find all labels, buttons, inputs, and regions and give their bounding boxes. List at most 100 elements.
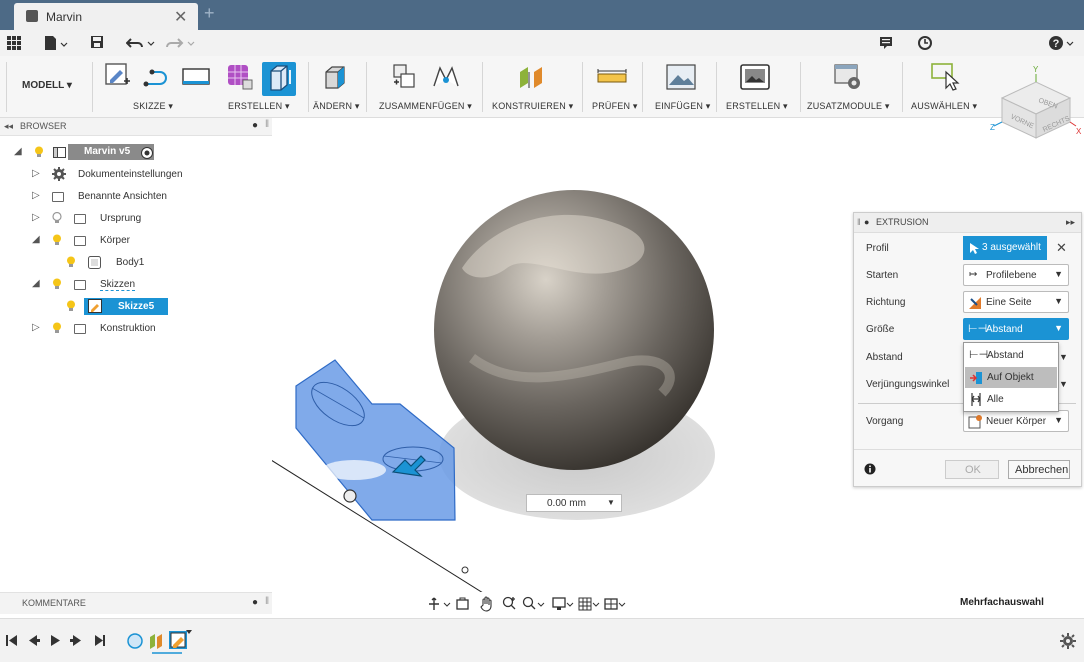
sphere-feature-icon[interactable] — [127, 633, 143, 649]
line-endpoint[interactable] — [461, 566, 469, 574]
group-auswaehlen[interactable]: AUSWÄHLEN ▾ — [911, 101, 977, 112]
document-tab[interactable]: Marvin ✕ — [14, 3, 198, 30]
expanded-triangle-icon[interactable]: ◢ — [32, 278, 40, 289]
joint-icon[interactable] — [430, 62, 462, 92]
grid-icon[interactable] — [578, 597, 600, 611]
lightbulb-icon[interactable] — [52, 234, 62, 246]
collapsed-triangle-icon[interactable]: ▷ — [32, 190, 40, 201]
group-einfuegen[interactable]: EINFÜGEN ▾ — [655, 101, 711, 112]
tree-root[interactable]: ◢ Marvin v5 — [14, 144, 274, 162]
data-panel-icon[interactable] — [7, 36, 21, 50]
group-konstruieren[interactable]: KONSTRUIEREN ▾ — [492, 101, 573, 112]
tree-item[interactable]: ▷ Dokumenteinstellungen — [32, 166, 272, 184]
go-to-end-icon[interactable] — [95, 635, 105, 646]
help-icon[interactable]: ? — [1048, 35, 1078, 51]
ok-button[interactable]: OK — [945, 460, 999, 479]
distance-input[interactable]: 0.00 mm ▼ — [526, 494, 622, 512]
add-comment-icon[interactable]: ● — [252, 597, 258, 608]
collapse-browser-icon[interactable]: ◂◂ — [4, 121, 13, 132]
group-zusatzmodule[interactable]: ZUSATZMODULE ▾ — [807, 101, 890, 112]
groesse-dropdown[interactable]: ⊢⊣ Abstand ▼ — [963, 318, 1069, 340]
starten-dropdown[interactable]: ↦ Profilebene ▼ — [963, 264, 1069, 286]
group-zusammenfuegen[interactable]: ZUSAMMENFÜGEN ▾ — [379, 101, 472, 112]
collapsed-triangle-icon[interactable]: ▷ — [32, 212, 40, 223]
insert-image-icon[interactable] — [666, 64, 696, 90]
zoom-icon[interactable] — [502, 596, 516, 610]
spline-icon[interactable] — [142, 64, 174, 90]
press-pull-icon[interactable] — [320, 62, 350, 92]
option-auf-objekt[interactable]: Auf Objekt — [965, 367, 1057, 388]
group-pruefen[interactable]: PRÜFEN ▾ — [592, 101, 638, 112]
tree-item[interactable]: ▷ Konstruktion — [32, 320, 272, 338]
tree-item[interactable]: ◢ Skizzen — [32, 276, 272, 294]
save-icon[interactable] — [90, 35, 104, 49]
tree-item-selected[interactable]: Skizze5 — [66, 298, 266, 316]
expanded-triangle-icon[interactable]: ◢ — [14, 146, 22, 157]
timeline-settings-icon[interactable] — [1060, 633, 1076, 649]
drag-handle-icon[interactable]: ‖ — [857, 217, 861, 227]
lightbulb-icon[interactable] — [52, 322, 62, 334]
viewcube[interactable]: OBEN VORNE RECHTS Z X Y — [990, 56, 1082, 146]
new-tab-button[interactable]: + — [204, 3, 215, 24]
activate-radio-icon[interactable] — [140, 146, 154, 160]
panel-resize-icon[interactable]: ‖ — [265, 119, 269, 130]
group-aendern[interactable]: ÄNDERN ▾ — [313, 101, 360, 112]
go-to-start-icon[interactable] — [6, 635, 17, 646]
play-icon[interactable] — [51, 635, 60, 646]
redo-icon[interactable] — [166, 36, 196, 50]
look-at-icon[interactable] — [456, 597, 469, 610]
pan-icon[interactable] — [480, 596, 492, 612]
tree-item[interactable]: ▷ Ursprung — [32, 210, 272, 228]
step-back-icon[interactable] — [29, 635, 40, 646]
scripts-addins-icon[interactable] — [834, 64, 864, 92]
tree-item[interactable]: Body1 — [66, 254, 266, 272]
rectangle-icon[interactable] — [181, 66, 211, 88]
undo-icon[interactable] — [126, 36, 156, 50]
create-form-icon[interactable] — [225, 62, 255, 92]
job-status-icon[interactable] — [879, 36, 893, 50]
file-menu-icon[interactable] — [44, 35, 68, 51]
manipulator-point[interactable] — [343, 489, 357, 503]
construction-plane-icon[interactable] — [516, 62, 548, 92]
create-sketch-icon[interactable] — [104, 62, 132, 90]
orbit-icon[interactable] — [429, 597, 451, 610]
fit-icon[interactable] — [522, 596, 545, 610]
collapsed-triangle-icon[interactable]: ▷ — [32, 322, 40, 333]
step-forward-icon[interactable] — [70, 635, 81, 646]
vorgang-dropdown[interactable]: Neuer Körper ▼ — [963, 410, 1069, 432]
viewports-icon[interactable] — [604, 598, 626, 610]
extrude-button[interactable] — [262, 62, 296, 96]
info-icon[interactable] — [864, 463, 876, 475]
lightbulb-icon[interactable] — [52, 278, 62, 290]
close-tab-icon[interactable]: ✕ — [174, 7, 187, 27]
lightbulb-icon[interactable] — [66, 300, 76, 312]
lightbulb-icon[interactable] — [34, 146, 44, 158]
new-component-icon[interactable] — [390, 62, 418, 92]
tree-item[interactable]: ▷ Benannte Ansichten — [32, 188, 272, 206]
lightbulb-icon[interactable] — [66, 256, 76, 268]
clear-selection-icon[interactable]: ✕ — [1056, 240, 1067, 256]
selected-profile-shape[interactable] — [295, 359, 456, 521]
chevron-down-icon[interactable]: ▼ — [1059, 379, 1068, 389]
chevron-down-icon[interactable]: ▼ — [607, 498, 615, 507]
plane-feature-icon[interactable] — [150, 634, 162, 649]
cancel-button[interactable]: Abbrechen — [1008, 460, 1070, 479]
expanded-triangle-icon[interactable]: ◢ — [32, 234, 40, 245]
collapse-dialog-icon[interactable]: ● — [864, 217, 869, 227]
option-abstand[interactable]: ⊢⊣ Abstand — [965, 345, 1057, 366]
profil-select-button[interactable]: 3 ausgewählt — [963, 236, 1047, 260]
richtung-dropdown[interactable]: Eine Seite ▼ — [963, 291, 1069, 313]
expand-dialog-icon[interactable]: ▸▸ — [1066, 217, 1075, 228]
sketch-feature-icon[interactable] — [169, 630, 192, 649]
select-icon[interactable] — [930, 62, 962, 92]
clock-icon[interactable] — [917, 35, 933, 51]
measure-icon[interactable] — [597, 68, 627, 86]
option-alle[interactable]: Alle — [965, 389, 1057, 410]
group-erstellen-2[interactable]: ERSTELLEN ▾ — [726, 101, 788, 112]
render-icon[interactable] — [740, 64, 770, 90]
tree-item[interactable]: ◢ Körper — [32, 232, 272, 250]
browser-pin-icon[interactable]: ● — [252, 120, 258, 131]
display-settings-icon[interactable] — [552, 597, 574, 610]
group-skizze[interactable]: SKIZZE ▾ — [133, 101, 173, 112]
lightbulb-icon[interactable] — [52, 212, 62, 224]
